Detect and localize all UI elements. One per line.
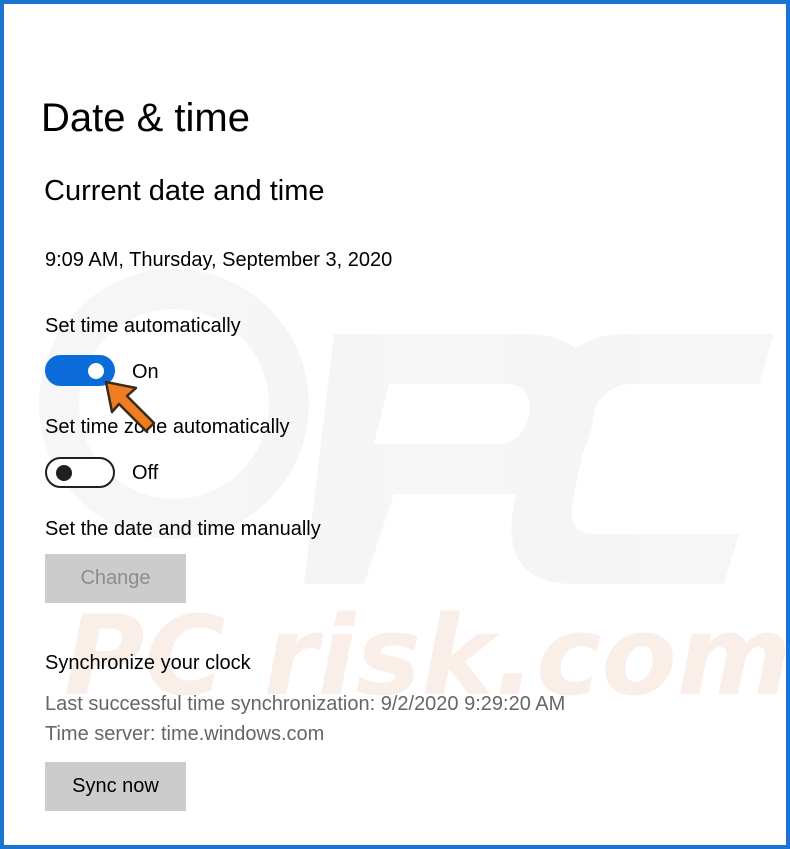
- last-sync-text: Last successful time synchronization: 9/…: [45, 693, 566, 715]
- current-datetime: 9:09 AM, Thursday, September 3, 2020: [45, 249, 393, 271]
- set-manually-label: Set the date and time manually: [45, 518, 321, 540]
- sync-clock-title: Synchronize your clock: [45, 652, 251, 674]
- set-time-zone-automatically-label: Set time zone automatically: [45, 416, 290, 438]
- set-time-automatically-label: Set time automatically: [45, 315, 241, 337]
- set-time-zone-automatically-state: Off: [132, 462, 159, 484]
- sync-now-button[interactable]: Sync now: [45, 762, 186, 811]
- page-title: Date & time: [41, 96, 250, 140]
- change-button[interactable]: Change: [45, 554, 186, 603]
- orange-arrow-icon: [104, 380, 156, 433]
- toggle-knob: [56, 464, 72, 481]
- section-title: Current date and time: [44, 175, 325, 207]
- time-server-text: Time server: time.windows.com: [45, 723, 325, 745]
- settings-window: PC risk.com Date & time Current date and…: [0, 0, 790, 849]
- set-time-zone-automatically-toggle[interactable]: [45, 457, 115, 488]
